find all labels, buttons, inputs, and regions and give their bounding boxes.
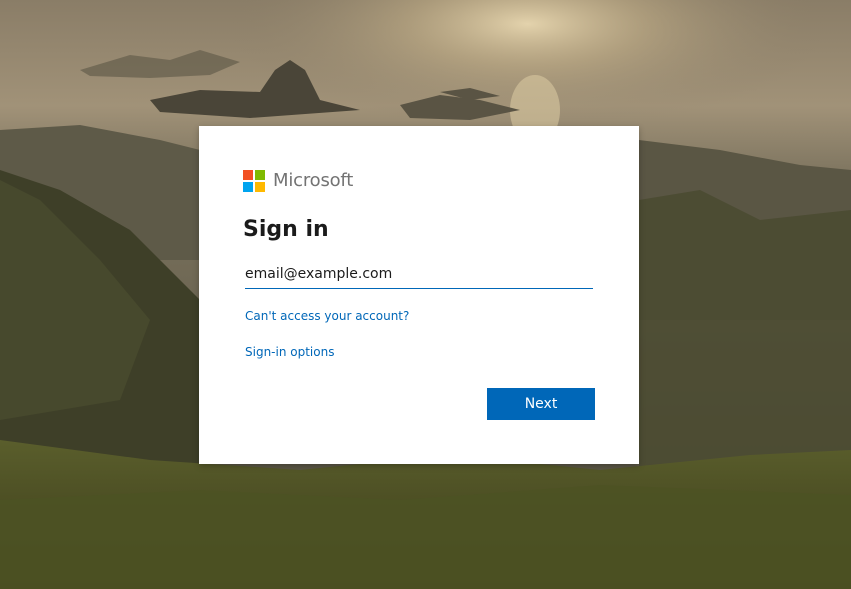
logo-square-red xyxy=(243,170,253,180)
brand-name: Microsoft xyxy=(273,170,354,191)
logo-square-green xyxy=(255,170,265,180)
microsoft-logo: Microsoft xyxy=(243,170,353,192)
sign-in-options-link[interactable]: Sign-in options xyxy=(245,345,334,359)
logo-square-blue xyxy=(243,182,253,192)
logo-square-yellow xyxy=(255,182,265,192)
next-button[interactable]: Next xyxy=(487,388,595,420)
page-title: Sign in xyxy=(243,217,329,242)
email-field[interactable] xyxy=(245,259,593,289)
sign-in-card: Microsoft Sign in Can't access your acco… xyxy=(199,126,639,464)
microsoft-logo-icon xyxy=(243,170,265,192)
cant-access-account-link[interactable]: Can't access your account? xyxy=(245,309,409,323)
